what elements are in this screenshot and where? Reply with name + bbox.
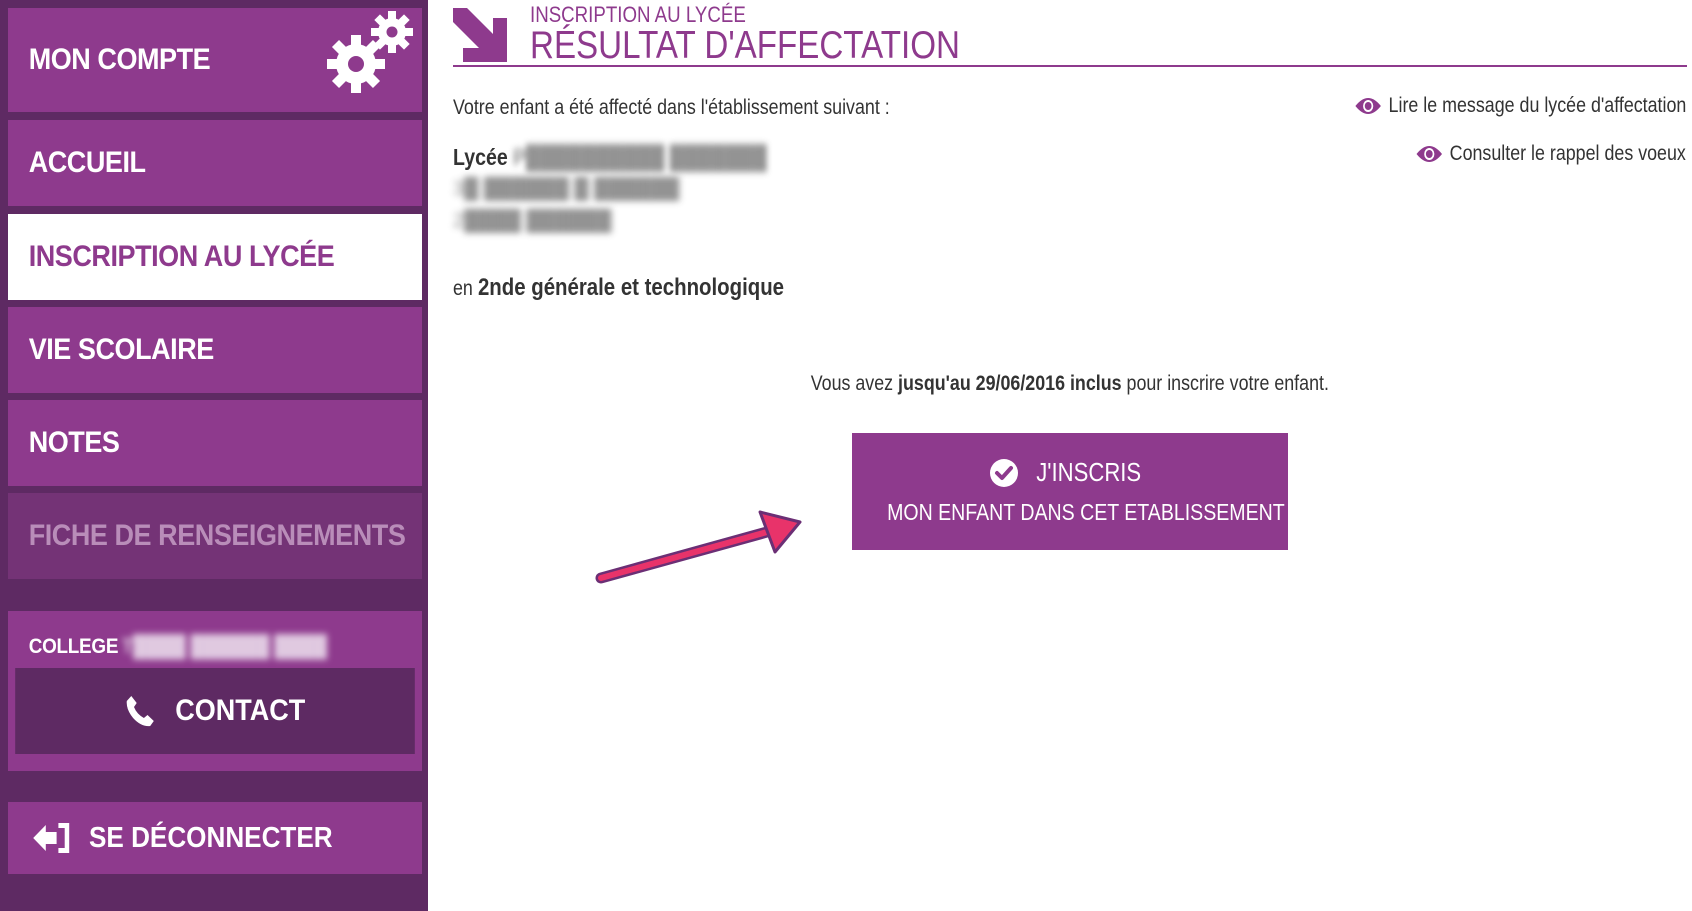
sign-out-icon [33, 823, 70, 853]
sidebar-item-accueil[interactable]: ACCUEIL [8, 120, 422, 206]
gears-icon[interactable] [324, 10, 414, 101]
enroll-button-label: J'INSCRIS [1036, 457, 1142, 487]
main-content: INSCRIPTION AU LYCÉE RÉSULTAT D'AFFECTAT… [452, 0, 1688, 911]
check-circle-icon [990, 458, 1019, 487]
school-name: Lycée P██████████ ███████ [453, 144, 767, 170]
redacted-school-name: P██████████ ███████ [512, 144, 767, 170]
deadline-date: jusqu'au 29/06/2016 inclus [898, 372, 1122, 395]
assignment-intro: Votre enfant a été affecté dans l'établi… [453, 96, 890, 119]
phone-icon [126, 696, 154, 727]
sidebar-item-vie-scolaire[interactable]: VIE SCOLAIRE [8, 307, 422, 393]
page-title: RÉSULTAT D'AFFECTATION [530, 24, 960, 67]
school-address-line1: 3█ ██████ █ ██████ [453, 178, 680, 200]
deadline-text: Vous avez jusqu'au 29/06/2016 inclus pou… [810, 372, 1330, 395]
college-name: COLLEGE T████ ██████ ████ [28, 635, 327, 658]
eye-icon [1416, 146, 1443, 162]
logout-button[interactable]: SE DÉCONNECTER [8, 802, 422, 874]
contact-button[interactable]: CONTACT [15, 668, 415, 754]
read-message-link[interactable]: Lire le message du lycée d'affectation [1354, 94, 1686, 118]
sidebar-item-notes[interactable]: NOTES [8, 400, 422, 486]
track-text: en 2nde générale et technologique [453, 274, 785, 301]
enroll-button-sublabel: MON ENFANT DANS CET ETABLISSEMENT [887, 499, 1285, 525]
header-divider [453, 65, 1687, 67]
eye-icon [1355, 98, 1381, 114]
sidebar-item-label: ACCUEIL [28, 146, 146, 179]
sidebar: MON COMPTE ACCUEIL INSCRIPTION AU LYCÉE … [0, 0, 428, 911]
redacted-college-name: T████ ██████ ████ [121, 635, 327, 658]
sidebar-item-inscription-lycee[interactable]: INSCRIPTION AU LYCÉE [8, 214, 422, 300]
arrow-down-right-icon [453, 8, 507, 62]
sidebar-item-label: FICHE DE RENSEIGNEMENTS [28, 519, 406, 552]
sidebar-item-label: VIE SCOLAIRE [28, 333, 215, 366]
view-wishes-link[interactable]: Consulter le rappel des voeux [1416, 142, 1686, 166]
sidebar-item-fiche-renseignements: FICHE DE RENSEIGNEMENTS [8, 493, 422, 579]
sidebar-item-label: INSCRIPTION AU LYCÉE [28, 240, 335, 273]
sidebar-item-label: NOTES [28, 426, 120, 459]
enroll-button[interactable]: J'INSCRIS MON ENFANT DANS CET ETABLISSEM… [852, 433, 1288, 550]
college-block: COLLEGE T████ ██████ ████ CONTACT [8, 611, 422, 771]
annotation-arrow [595, 510, 802, 584]
track-name: 2nde générale et technologique [477, 274, 785, 301]
school-address-line2: 2████ ██████ [453, 210, 612, 232]
sidebar-item-label: MON COMPTE [28, 43, 211, 76]
